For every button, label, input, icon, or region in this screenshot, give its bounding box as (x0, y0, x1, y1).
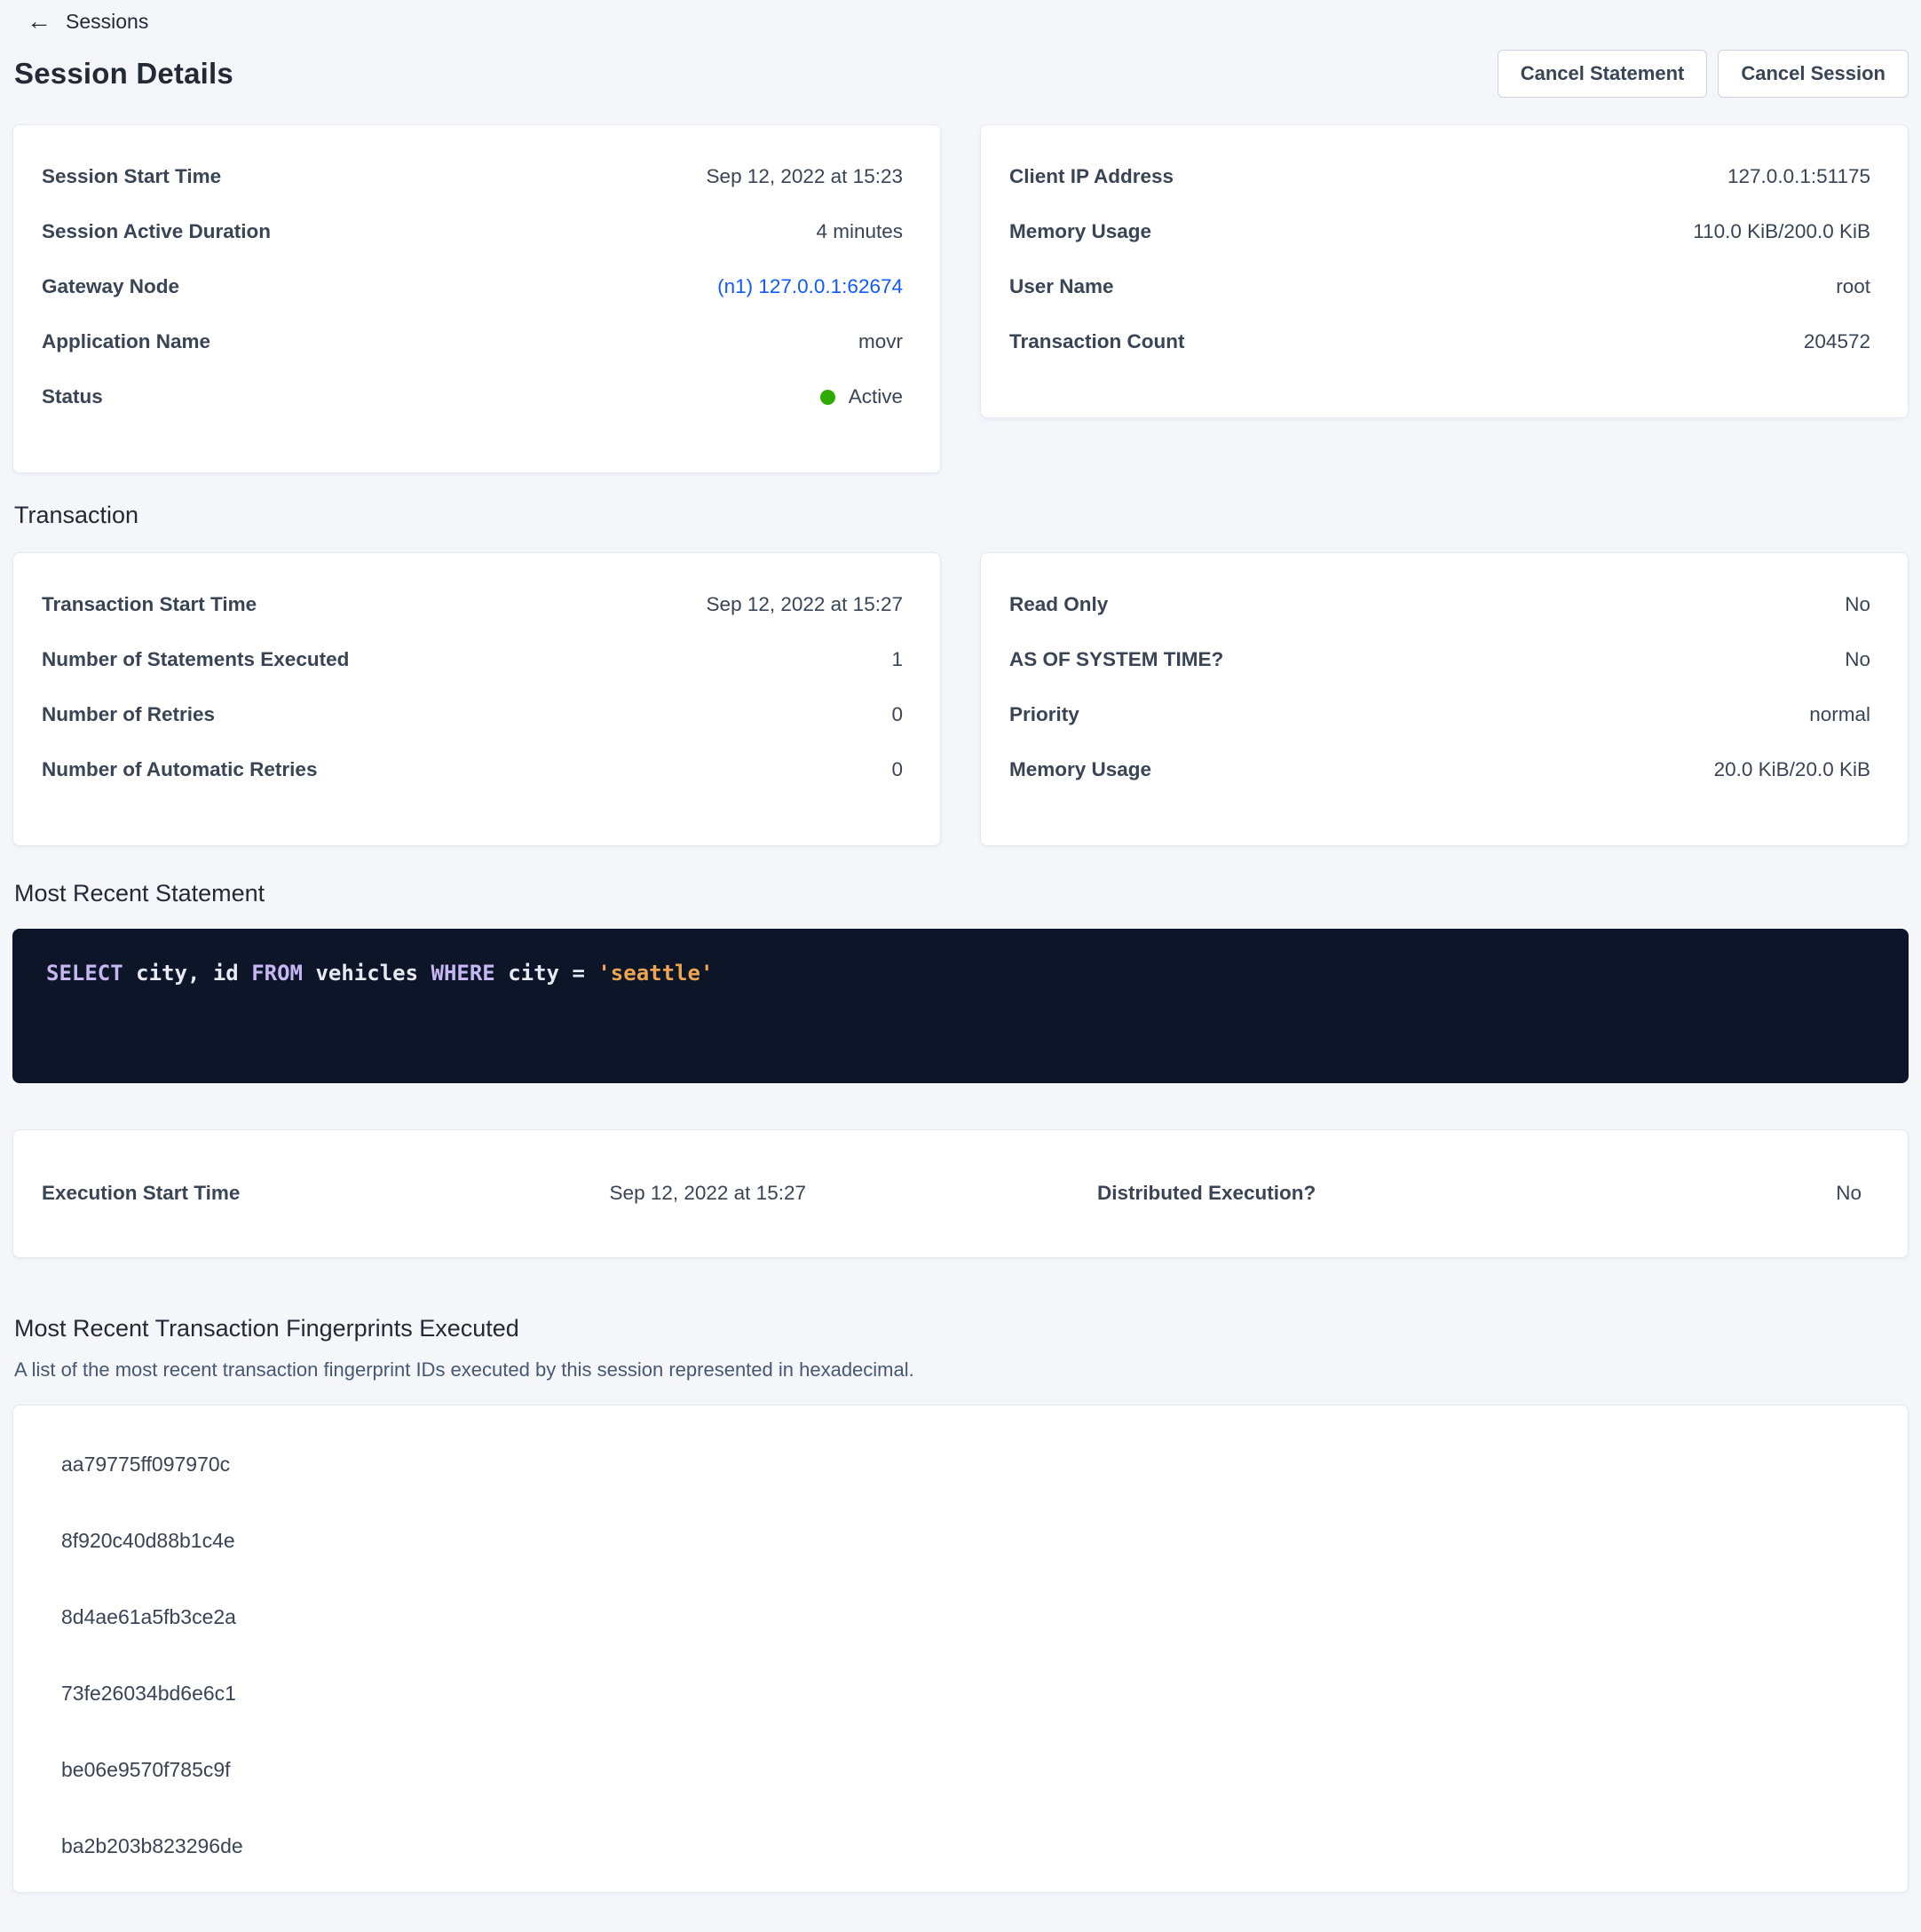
fingerprint-item: 8d4ae61a5fb3ce2a (13, 1580, 1908, 1656)
status-badge: Active (820, 385, 903, 408)
info-label: Session Start Time (42, 165, 221, 188)
info-value: Sep 12, 2022 at 15:23 (707, 165, 903, 188)
info-label: Application Name (42, 330, 210, 353)
user-name-row: User Name root (1009, 259, 1870, 314)
info-value: 20.0 KiB/20.0 KiB (1714, 758, 1870, 781)
info-label: Memory Usage (1009, 758, 1151, 781)
status-row: Status Active (42, 369, 903, 424)
cancel-statement-button[interactable]: Cancel Statement (1498, 50, 1708, 98)
info-value: 204572 (1804, 330, 1870, 353)
session-start-time-row: Session Start Time Sep 12, 2022 at 15:23 (42, 149, 903, 204)
info-value: No (1845, 648, 1870, 671)
info-value: 1 (891, 648, 903, 671)
sql-keyword: FROM (251, 961, 303, 986)
info-value: 127.0.0.1:51175 (1727, 165, 1870, 188)
status-active-dot-icon (820, 390, 835, 405)
application-name-row: Application Name movr (42, 314, 903, 369)
fingerprints-description: A list of the most recent transaction fi… (14, 1358, 1909, 1382)
cancel-session-button[interactable]: Cancel Session (1718, 50, 1909, 98)
info-label: Number of Retries (42, 703, 215, 726)
info-value: 4 minutes (816, 220, 903, 243)
info-label: Transaction Count (1009, 330, 1185, 353)
memory-usage-row: Memory Usage 110.0 KiB/200.0 KiB (1009, 204, 1870, 259)
info-label: Read Only (1009, 593, 1108, 616)
fingerprint-item: aa79775ff097970c (13, 1427, 1908, 1503)
read-only-row: Read Only No (1009, 577, 1870, 632)
session-summary-row: Session Start Time Sep 12, 2022 at 15:23… (12, 124, 1909, 473)
sql-condition: city = (495, 961, 598, 986)
transaction-start-time-row: Transaction Start Time Sep 12, 2022 at 1… (42, 577, 903, 632)
info-value: No (1836, 1182, 1862, 1205)
fingerprints-section-title: Most Recent Transaction Fingerprints Exe… (14, 1315, 1909, 1342)
execution-start-time-cell: Execution Start Time Sep 12, 2022 at 15:… (42, 1182, 806, 1205)
info-label: Transaction Start Time (42, 593, 257, 616)
transaction-memory-usage-row: Memory Usage 20.0 KiB/20.0 KiB (1009, 742, 1870, 797)
fingerprint-item: 8f920c40d88b1c4e (13, 1503, 1908, 1580)
retries-row: Number of Retries 0 (42, 687, 903, 742)
info-value: Sep 12, 2022 at 15:27 (707, 593, 903, 616)
fingerprint-item: ba2b203b823296de (13, 1809, 1908, 1885)
info-value: 110.0 KiB/200.0 KiB (1693, 220, 1870, 243)
info-label: Distributed Execution? (1097, 1182, 1316, 1205)
sql-columns: city, id (123, 961, 252, 986)
sql-keyword: SELECT (46, 961, 123, 986)
info-label: Gateway Node (42, 275, 179, 298)
session-details-page: ← Sessions Session Details Cancel Statem… (0, 0, 1921, 1920)
info-label: Status (42, 385, 103, 408)
session-info-card-right: Client IP Address 127.0.0.1:51175 Memory… (980, 124, 1909, 418)
transaction-card-right: Read Only No AS OF SYSTEM TIME? No Prior… (980, 552, 1909, 846)
gateway-node-link[interactable]: (n1) 127.0.0.1:62674 (717, 275, 903, 298)
info-label: Memory Usage (1009, 220, 1151, 243)
sql-keyword: WHERE (431, 961, 495, 986)
status-text: Active (849, 385, 903, 408)
session-info-card-left: Session Start Time Sep 12, 2022 at 15:23… (12, 124, 941, 473)
info-label: AS OF SYSTEM TIME? (1009, 648, 1223, 671)
sql-statement-box: SELECT city, id FROM vehicles WHERE city… (12, 929, 1909, 1083)
transaction-card-left: Transaction Start Time Sep 12, 2022 at 1… (12, 552, 941, 846)
distributed-execution-cell: Distributed Execution? No (1097, 1182, 1862, 1205)
fingerprints-card: aa79775ff097970c 8f920c40d88b1c4e 8d4ae6… (12, 1405, 1909, 1893)
execution-info-row: Execution Start Time Sep 12, 2022 at 15:… (42, 1182, 1862, 1205)
transaction-section-title: Transaction (14, 502, 1909, 529)
info-label: Execution Start Time (42, 1182, 240, 1205)
page-header: Session Details Cancel Statement Cancel … (14, 50, 1909, 98)
session-active-duration-row: Session Active Duration 4 minutes (42, 204, 903, 259)
transaction-row: Transaction Start Time Sep 12, 2022 at 1… (12, 552, 1909, 846)
page-title: Session Details (14, 57, 233, 91)
back-link-label: Sessions (66, 10, 148, 34)
info-value: 0 (891, 758, 903, 781)
info-label: Client IP Address (1009, 165, 1174, 188)
info-label: Number of Automatic Retries (42, 758, 317, 781)
statement-section-title: Most Recent Statement (14, 880, 1909, 907)
transaction-count-row: Transaction Count 204572 (1009, 314, 1870, 369)
gateway-node-row: Gateway Node (n1) 127.0.0.1:62674 (42, 259, 903, 314)
back-to-sessions-link[interactable]: ← Sessions (27, 9, 148, 34)
priority-row: Priority normal (1009, 687, 1870, 742)
as-of-system-time-row: AS OF SYSTEM TIME? No (1009, 632, 1870, 687)
info-value: 0 (891, 703, 903, 726)
info-label: Session Active Duration (42, 220, 271, 243)
automatic-retries-row: Number of Automatic Retries 0 (42, 742, 903, 797)
info-value: Sep 12, 2022 at 15:27 (610, 1182, 806, 1205)
statements-executed-row: Number of Statements Executed 1 (42, 632, 903, 687)
arrow-left-icon: ← (27, 9, 51, 34)
client-ip-row: Client IP Address 127.0.0.1:51175 (1009, 149, 1870, 204)
fingerprint-item: be06e9570f785c9f (13, 1732, 1908, 1809)
header-actions: Cancel Statement Cancel Session (1498, 50, 1909, 98)
sql-string-literal: 'seattle' (597, 961, 713, 986)
fingerprint-item: 73fe26034bd6e6c1 (13, 1656, 1908, 1732)
sql-table: vehicles (303, 961, 431, 986)
execution-info-card: Execution Start Time Sep 12, 2022 at 15:… (12, 1129, 1909, 1258)
info-label: Number of Statements Executed (42, 648, 349, 671)
info-value: normal (1809, 703, 1870, 726)
info-value: root (1836, 275, 1870, 298)
info-label: Priority (1009, 703, 1079, 726)
info-label: User Name (1009, 275, 1114, 298)
info-value: movr (858, 330, 903, 353)
info-value: No (1845, 593, 1870, 616)
